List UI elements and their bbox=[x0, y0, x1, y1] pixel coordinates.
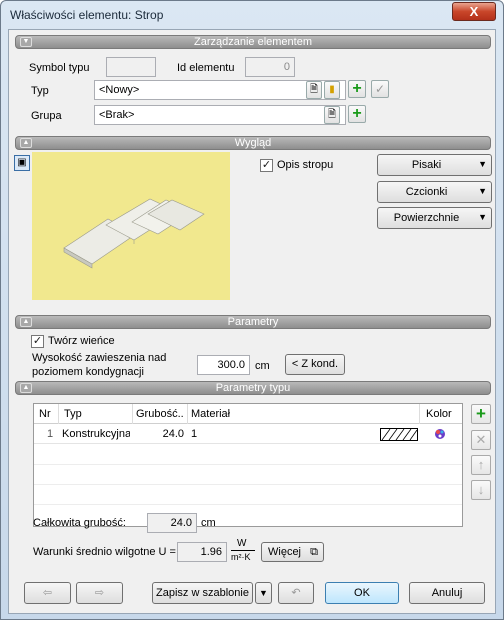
id-field[interactable]: 0 bbox=[245, 57, 295, 77]
symbol-field[interactable] bbox=[106, 57, 156, 77]
open-window-icon: ⧉ bbox=[310, 546, 318, 558]
material-hatch-swatch bbox=[380, 428, 418, 441]
u-field: 1.96 bbox=[177, 542, 227, 562]
previous-element-icon[interactable]: ⇦ bbox=[24, 582, 71, 604]
undo-icon[interactable]: ↶ bbox=[278, 582, 314, 604]
row-material: 1 bbox=[191, 428, 198, 440]
col-divider bbox=[187, 404, 188, 424]
from-level-button[interactable]: < Z kond. bbox=[285, 354, 345, 375]
more-button-label: Więcej bbox=[268, 546, 302, 558]
row-separator bbox=[34, 464, 462, 465]
section-title-appearance: Wygląd bbox=[234, 137, 272, 149]
table-row[interactable]: 1 Konstrukcyjna 24.0 1 bbox=[34, 425, 462, 444]
window-title: Właściwości elementu: Strop bbox=[10, 8, 164, 22]
surfaces-dropdown[interactable]: Powierzchnie ▼ bbox=[377, 207, 492, 229]
dropdown-arrow-icon: ▼ bbox=[478, 186, 487, 196]
u-unit-numerator: W bbox=[237, 538, 247, 549]
row-separator bbox=[34, 504, 462, 505]
thickness-label: Całkowita grubość: bbox=[33, 517, 126, 529]
dialog-body: ▼ Zarządzanie elementem Symbol typu Id e… bbox=[8, 29, 496, 614]
section-title-type-parameters: Parametry typu bbox=[215, 382, 291, 394]
move-down-icon[interactable]: ↓ bbox=[471, 480, 491, 500]
type-label: Typ bbox=[31, 85, 49, 97]
thickness-field: 24.0 bbox=[147, 513, 197, 533]
surfaces-label: Powierzchnie bbox=[393, 212, 460, 224]
pens-dropdown[interactable]: Pisaki ▼ bbox=[377, 154, 492, 176]
confirm-check-icon[interactable]: ✓ bbox=[371, 80, 389, 98]
add-type-icon[interactable]: + bbox=[348, 80, 366, 98]
height-label-line2: poziomem kondygnacji bbox=[32, 366, 144, 378]
browse-library-icon[interactable]: 🗎 bbox=[306, 81, 322, 99]
element-preview bbox=[32, 152, 230, 300]
view-mode-icon[interactable]: ▣ bbox=[14, 155, 30, 171]
add-group-icon[interactable]: + bbox=[348, 105, 366, 123]
row-nr: 1 bbox=[47, 428, 54, 440]
section-header-parameters[interactable]: ▲ Parametry bbox=[15, 315, 491, 329]
section-title-parameters: Parametry bbox=[227, 316, 279, 328]
row-grubosc: 24.0 bbox=[162, 428, 184, 440]
dialog-window: Właściwości elementu: Strop X ▼ Zarządza… bbox=[0, 0, 504, 620]
close-button[interactable]: X bbox=[452, 2, 496, 21]
symbol-label: Symbol typu bbox=[29, 62, 90, 74]
cancel-button[interactable]: Anuluj bbox=[409, 582, 485, 604]
wience-checkbox[interactable]: ✓ bbox=[31, 335, 44, 348]
fonts-dropdown[interactable]: Czcionki ▼ bbox=[377, 181, 492, 203]
col-divider bbox=[419, 404, 420, 424]
section-header-appearance[interactable]: ▲ Wygląd bbox=[15, 136, 491, 150]
height-unit: cm bbox=[255, 360, 270, 372]
next-element-icon[interactable]: ⇨ bbox=[76, 582, 123, 604]
pens-label: Pisaki bbox=[411, 159, 442, 171]
height-input[interactable]: 300.0 bbox=[197, 355, 250, 375]
save-template-button[interactable]: Zapisz w szablonie bbox=[152, 582, 253, 604]
thickness-unit: cm bbox=[201, 517, 216, 529]
browse-group-icon[interactable]: 🗎 bbox=[324, 106, 340, 124]
id-label: Id elementu bbox=[177, 62, 235, 74]
ok-button[interactable]: OK bbox=[325, 582, 399, 604]
col-kolor[interactable]: Kolor bbox=[426, 408, 452, 420]
group-field[interactable]: <Brak> bbox=[94, 105, 346, 125]
col-nr[interactable]: Nr bbox=[39, 408, 51, 420]
col-typ[interactable]: Typ bbox=[64, 408, 82, 420]
more-button[interactable]: Więcej ⧉ bbox=[261, 542, 324, 562]
u-label: Warunki średnio wilgotne U = bbox=[33, 546, 176, 558]
row-typ: Konstrukcyjna bbox=[62, 428, 130, 440]
title-bar[interactable]: Właściwości elementu: Strop X bbox=[1, 1, 503, 29]
col-divider bbox=[58, 404, 59, 424]
opis-checkbox[interactable]: ✓ bbox=[260, 159, 273, 172]
save-template-dropdown-icon[interactable]: ▼ bbox=[255, 582, 272, 604]
col-material[interactable]: Materiał bbox=[191, 408, 230, 420]
dropdown-arrow-icon: ▼ bbox=[478, 212, 487, 222]
template-icon[interactable]: ▮ bbox=[324, 81, 340, 99]
fonts-label: Czcionki bbox=[405, 186, 448, 198]
u-unit-denominator: m²·K bbox=[231, 552, 251, 562]
color-palette-icon[interactable] bbox=[434, 428, 446, 440]
group-label: Grupa bbox=[31, 110, 62, 122]
col-grubosc[interactable]: Grubość... bbox=[136, 408, 184, 420]
wience-label: Twórz wieńce bbox=[48, 335, 115, 347]
section-header-management[interactable]: ▼ Zarządzanie elementem bbox=[15, 35, 491, 49]
layers-table: Nr Typ Grubość... Materiał Kolor 1 Konst… bbox=[33, 403, 463, 527]
col-divider bbox=[132, 404, 133, 424]
delete-layer-icon[interactable]: ✕ bbox=[471, 430, 491, 450]
fraction-bar bbox=[231, 550, 255, 551]
move-up-icon[interactable]: ↑ bbox=[471, 455, 491, 475]
slab-preview-drawing bbox=[63, 198, 205, 269]
add-layer-icon[interactable]: + bbox=[471, 404, 491, 424]
height-label-line1: Wysokość zawieszenia nad bbox=[32, 352, 167, 364]
row-separator bbox=[34, 484, 462, 485]
section-header-type-parameters[interactable]: ▲ Parametry typu bbox=[15, 381, 491, 395]
section-title-management: Zarządzanie elementem bbox=[193, 36, 312, 48]
opis-label: Opis stropu bbox=[277, 159, 334, 171]
layers-table-header: Nr Typ Grubość... Materiał Kolor bbox=[34, 404, 462, 424]
dropdown-arrow-icon: ▼ bbox=[478, 159, 487, 169]
